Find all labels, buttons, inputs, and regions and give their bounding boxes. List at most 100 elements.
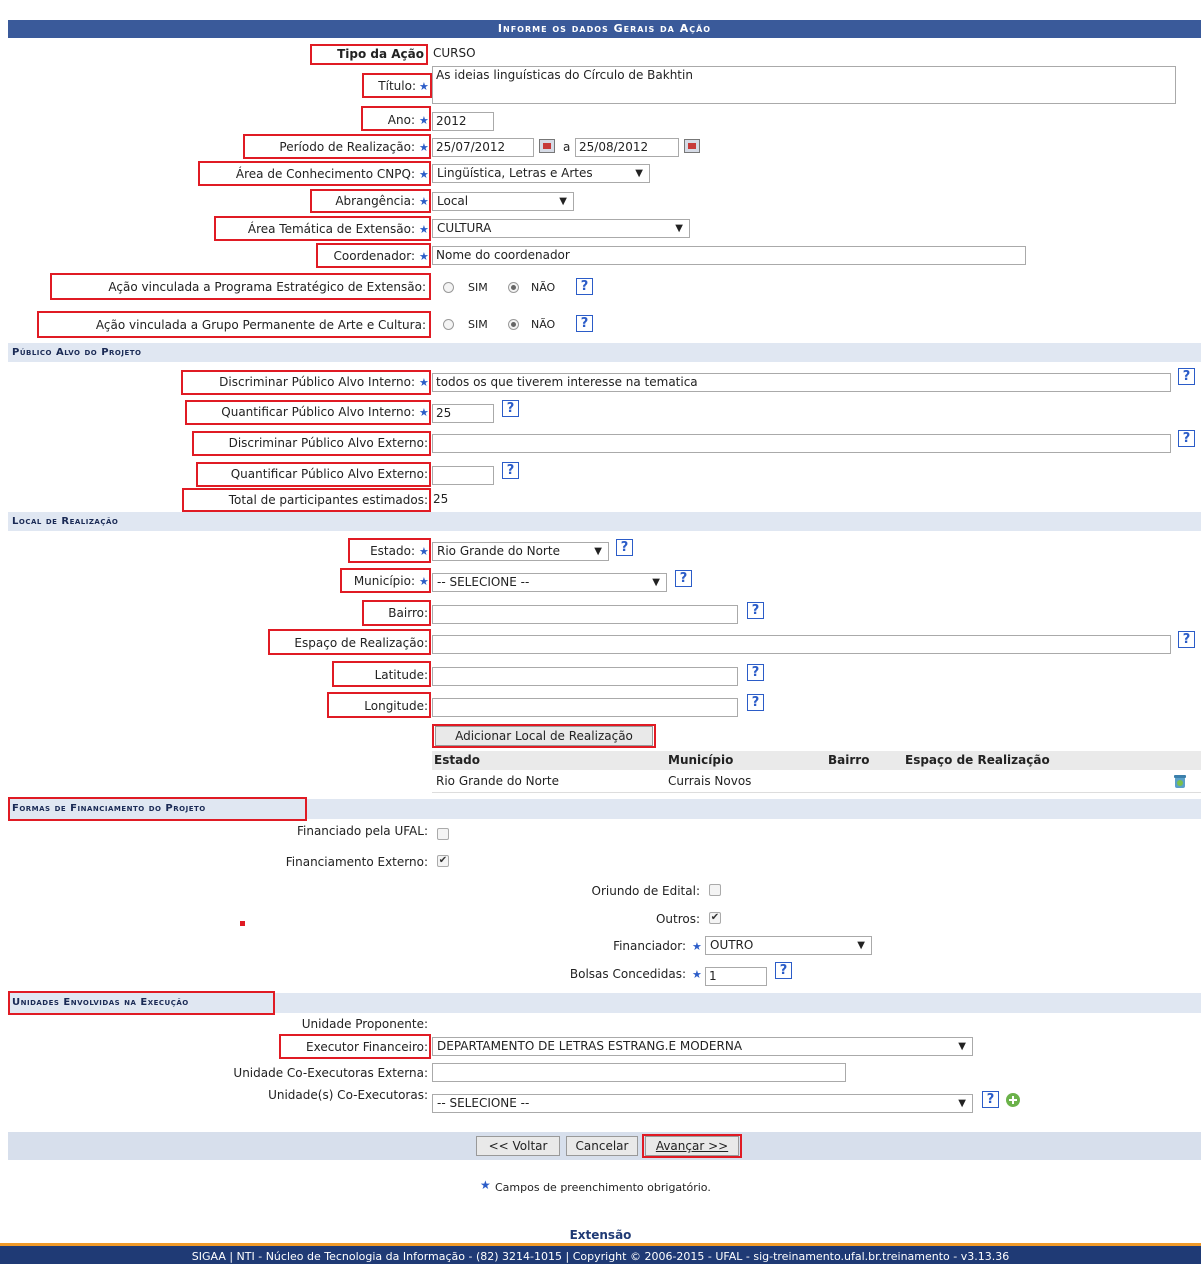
financiador-value: OUTRO bbox=[710, 938, 754, 952]
outros-checkbox[interactable]: ✔ bbox=[709, 912, 721, 924]
voltar-button[interactable]: << Voltar bbox=[476, 1136, 560, 1156]
bolsas-input[interactable]: 1 bbox=[705, 967, 767, 986]
edital-checkbox[interactable] bbox=[709, 884, 721, 896]
periodo-fim-input[interactable]: 25/08/2012 bbox=[575, 138, 679, 157]
quant-externo-label: Quantificar Público Alvo Externo: bbox=[230, 467, 428, 481]
chevron-down-icon: ▼ bbox=[958, 1041, 966, 1052]
help-icon[interactable]: ? bbox=[982, 1091, 999, 1108]
section-publico-alvo: Público Alvo do Projeto bbox=[8, 343, 1201, 362]
abrangencia-select[interactable]: Local ▼ bbox=[432, 192, 574, 211]
local-table-header bbox=[432, 751, 1201, 770]
help-icon[interactable]: ? bbox=[502, 400, 519, 417]
bairro-input[interactable] bbox=[432, 605, 738, 624]
trash-icon[interactable] bbox=[1172, 773, 1188, 789]
titulo-textarea[interactable]: As ideias linguísticas do Círculo de Bak… bbox=[432, 66, 1176, 104]
estado-select[interactable]: Rio Grande do Norte ▼ bbox=[432, 542, 609, 561]
help-icon[interactable]: ? bbox=[1178, 430, 1195, 447]
programa-nao-label: NÃO bbox=[531, 281, 556, 294]
area-tematica-label: Área Temática de Extensão: bbox=[247, 222, 415, 236]
grupo-sim-radio[interactable] bbox=[443, 319, 454, 330]
area-tematica-select[interactable]: CULTURA ▼ bbox=[432, 219, 690, 238]
row-estado: Rio Grande do Norte bbox=[436, 774, 559, 788]
abrangencia-label: Abrangência: bbox=[335, 194, 415, 208]
executor-select[interactable]: DEPARTAMENTO DE LETRAS ESTRANG.E MODERNA… bbox=[432, 1037, 973, 1056]
disc-interno-input[interactable]: todos os que tiverem interesse na temati… bbox=[432, 373, 1171, 392]
quant-externo-input[interactable] bbox=[432, 466, 494, 485]
disc-interno-label: Discriminar Público Alvo Interno: bbox=[219, 375, 415, 389]
row-municipio: Currais Novos bbox=[668, 774, 752, 788]
municipio-value: -- SELECIONE -- bbox=[437, 575, 530, 589]
total-value: 25 bbox=[433, 492, 449, 506]
disc-externo-label: Discriminar Público Alvo Externo: bbox=[228, 436, 428, 450]
calendar-icon[interactable] bbox=[539, 139, 555, 153]
help-icon[interactable]: ? bbox=[747, 694, 764, 711]
cancelar-button[interactable]: Cancelar bbox=[566, 1136, 638, 1156]
estado-value: Rio Grande do Norte bbox=[437, 544, 560, 558]
quant-interno-label: Quantificar Público Alvo Interno: bbox=[221, 405, 415, 419]
chevron-down-icon: ▼ bbox=[857, 940, 865, 951]
coordenador-label: Coordenador: bbox=[333, 249, 415, 263]
chevron-down-icon: ▼ bbox=[635, 168, 643, 179]
coexec-select[interactable]: -- SELECIONE -- ▼ bbox=[432, 1094, 973, 1113]
grupo-sim-label: SIM bbox=[468, 318, 488, 331]
programa-sim-label: SIM bbox=[468, 281, 488, 294]
add-icon[interactable] bbox=[1005, 1092, 1021, 1108]
required-star-icon: ★ bbox=[692, 968, 702, 981]
area-cnpq-select[interactable]: Lingüística, Letras e Artes ▼ bbox=[432, 164, 650, 183]
ano-input[interactable]: 2012 bbox=[432, 112, 494, 131]
help-icon[interactable]: ? bbox=[502, 462, 519, 479]
footer-bar: SIGAA | NTI - Núcleo de Tecnologia da In… bbox=[0, 1243, 1201, 1264]
longitude-input[interactable] bbox=[432, 698, 738, 717]
area-cnpq-label: Área de Conhecimento CNPQ: bbox=[235, 167, 415, 181]
proponente-label: Unidade Proponente: bbox=[301, 1017, 428, 1031]
avancar-button[interactable]: Avançar >> bbox=[645, 1136, 739, 1156]
coexec-externa-label: Unidade Co-Executoras Externa: bbox=[233, 1066, 428, 1080]
help-icon[interactable]: ? bbox=[1178, 631, 1195, 648]
programa-nao-radio[interactable] bbox=[508, 282, 519, 293]
municipio-label: Município: bbox=[353, 574, 415, 588]
help-icon[interactable]: ? bbox=[675, 570, 692, 587]
grupo-nao-radio[interactable] bbox=[508, 319, 519, 330]
help-icon[interactable]: ? bbox=[747, 664, 764, 681]
help-icon[interactable]: ? bbox=[616, 539, 633, 556]
ufal-checkbox[interactable] bbox=[437, 828, 449, 840]
bairro-label: Bairro: bbox=[388, 606, 428, 620]
titulo-label: Título: bbox=[378, 79, 416, 93]
externo-checkbox[interactable]: ✔ bbox=[437, 855, 449, 867]
calendar-icon[interactable] bbox=[684, 139, 700, 153]
total-label: Total de participantes estimados: bbox=[228, 493, 428, 507]
required-star-icon: ★ bbox=[419, 80, 429, 93]
required-star-icon: ★ bbox=[419, 376, 429, 389]
unidades-section-highlight bbox=[8, 991, 275, 1015]
financiador-select[interactable]: OUTRO ▼ bbox=[705, 936, 872, 955]
table-header-municipio: Município bbox=[668, 753, 734, 767]
help-icon[interactable]: ? bbox=[747, 602, 764, 619]
required-star-icon: ★ bbox=[419, 406, 429, 419]
chevron-down-icon: ▼ bbox=[594, 546, 602, 557]
externo-label: Financiamento Externo: bbox=[285, 855, 428, 869]
espaco-input[interactable] bbox=[432, 635, 1171, 654]
latitude-input[interactable] bbox=[432, 667, 738, 686]
coexec-externa-input[interactable] bbox=[432, 1063, 846, 1082]
financiamento-section-highlight bbox=[8, 797, 307, 821]
chevron-down-icon: ▼ bbox=[958, 1098, 966, 1109]
grupo-nao-label: NÃO bbox=[531, 318, 556, 331]
required-note: Campos de preenchimento obrigatório. bbox=[495, 1181, 711, 1194]
municipio-select[interactable]: -- SELECIONE -- ▼ bbox=[432, 573, 667, 592]
quant-interno-input[interactable]: 25 bbox=[432, 404, 494, 423]
table-header-espaco: Espaço de Realização bbox=[905, 753, 1050, 767]
grupo-label: Ação vinculada a Grupo Permanente de Art… bbox=[95, 318, 426, 332]
tipo-value: CURSO bbox=[433, 46, 476, 60]
disc-externo-input[interactable] bbox=[432, 434, 1171, 453]
ano-label: Ano: bbox=[387, 113, 415, 127]
coordenador-input[interactable]: Nome do coordenador bbox=[432, 246, 1026, 265]
periodo-inicio-input[interactable]: 25/07/2012 bbox=[432, 138, 534, 157]
help-icon[interactable]: ? bbox=[576, 278, 593, 295]
help-icon[interactable]: ? bbox=[1178, 368, 1195, 385]
programa-sim-radio[interactable] bbox=[443, 282, 454, 293]
coexec-value: -- SELECIONE -- bbox=[437, 1096, 530, 1110]
programa-label: Ação vinculada a Programa Estratégico de… bbox=[108, 280, 426, 294]
help-icon[interactable]: ? bbox=[576, 315, 593, 332]
help-icon[interactable]: ? bbox=[775, 962, 792, 979]
add-local-button[interactable]: Adicionar Local de Realização bbox=[435, 726, 653, 746]
